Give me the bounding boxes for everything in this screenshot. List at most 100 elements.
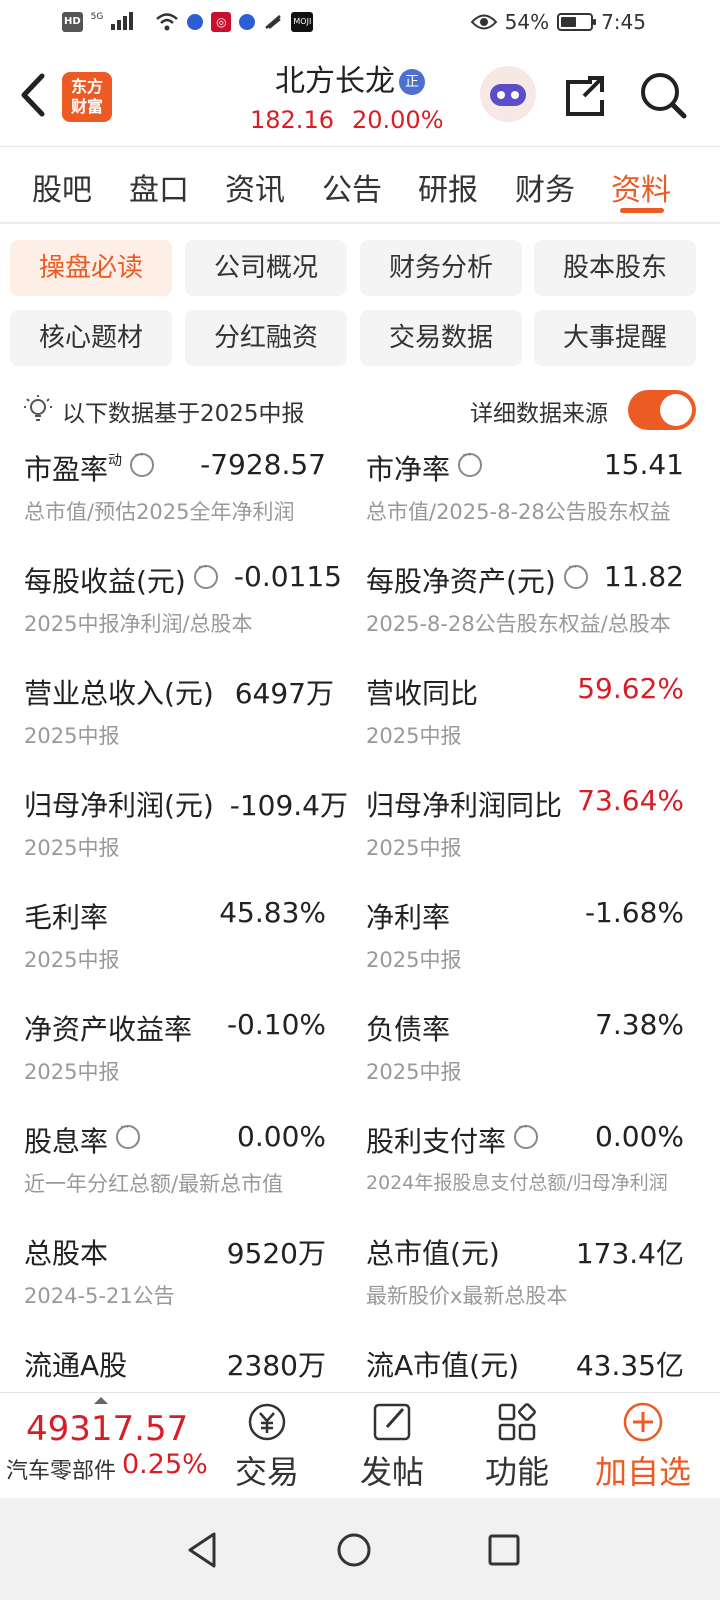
weather-app-icon: MOJI: [291, 12, 314, 32]
post-label: 发帖: [359, 1453, 424, 1491]
network-label: 5G: [90, 12, 104, 22]
logo-text-bottom: 财富: [70, 97, 103, 116]
metric-sub: 2025中报: [24, 836, 120, 860]
tab-finance[interactable]: 财务: [515, 165, 575, 209]
stock-change-pct: 20.00%: [351, 106, 444, 134]
metric-label: 净资产收益率: [24, 1013, 193, 1046]
metric-value: 73.64%: [577, 784, 684, 817]
hd-icon: HD: [62, 12, 83, 32]
metric-value: 6497万: [234, 677, 334, 710]
metric-value: -0.0115: [233, 560, 342, 593]
metric-revenue-yoy: 营收同比 59.62% 2025中报: [366, 672, 696, 772]
wifi-icon: [156, 13, 179, 31]
info-icon[interactable]: [116, 1120, 141, 1149]
metric-label: 总股本: [24, 1237, 109, 1270]
edit-icon: [373, 1403, 411, 1441]
info-icon[interactable]: [130, 448, 155, 477]
stock-quote: 182.16 20.00%: [250, 106, 470, 134]
metric-value: 43.35亿: [575, 1349, 684, 1382]
metric-payout-ratio: 股利支付率 0.00% 2024年报股息支付总额/归母净利润: [366, 1120, 696, 1220]
share-icon[interactable]: [562, 70, 610, 120]
metric-sub: 2025中报: [366, 724, 462, 748]
back-icon[interactable]: [14, 70, 54, 120]
metric-label: 市净率: [366, 448, 483, 488]
info-icon[interactable]: [193, 560, 218, 589]
subtab-core-themes[interactable]: 核心题材: [10, 310, 172, 366]
metric-pb: 市净率 15.41 总市值/2025-8-28公告股东权益: [366, 448, 696, 548]
grid-icon: [498, 1403, 536, 1441]
search-icon[interactable]: [638, 70, 688, 120]
app-logo[interactable]: 东方 财富: [62, 72, 112, 122]
metric-label-text: 股利支付率: [366, 1125, 507, 1158]
ai-assistant-avatar[interactable]: [480, 66, 536, 122]
metric-revenue: 营业总收入(元) 6497万 2025中报: [24, 672, 354, 772]
metric-bvps: 每股净资产(元) 11.82 2025-8-28公告股东权益/总股本: [366, 560, 696, 660]
nav-recents-icon[interactable]: [482, 1528, 526, 1572]
metric-label: 归母净利润(元): [24, 789, 214, 822]
clock: 7:45: [601, 10, 646, 34]
tab-pankou[interactable]: 盘口: [129, 165, 189, 209]
stock-price: 182.16: [250, 106, 334, 134]
tab-news[interactable]: 资讯: [225, 165, 285, 209]
metric-value: 45.83%: [219, 896, 326, 929]
status-bar: HD 5G ◎ MOJI 54% 7:45: [0, 0, 720, 48]
metric-net-margin: 净利率 -1.68% 2025中报: [366, 896, 696, 996]
metric-dividend-yield: 股息率 0.00% 近一年分红总额/最新总市值: [24, 1120, 354, 1220]
info-icon[interactable]: [458, 448, 483, 477]
metric-debt-ratio: 负债率 7.38% 2025中报: [366, 1008, 696, 1108]
subtab-financial-analysis[interactable]: 财务分析: [360, 240, 522, 296]
app-notification-icon: [187, 14, 204, 30]
metric-net-profit: 归母净利润(元) -109.4万 2025中报: [24, 784, 354, 884]
metric-pe: 市盈率动 -7928.57 总市值/预估2025全年净利润: [24, 448, 354, 548]
metric-float-cap: 流A市值(元) 43.35亿: [366, 1344, 696, 1388]
metric-label: 股息率: [24, 1120, 141, 1160]
metric-sub: 2025中报净利润/总股本: [24, 612, 253, 636]
metric-label: 每股收益(元): [24, 560, 218, 600]
data-basis-text: 以下数据基于2025中报: [62, 401, 305, 427]
metric-market-cap: 总市值(元) 173.4亿 最新股价x最新总股本: [366, 1232, 696, 1332]
subtab-trading-essentials[interactable]: 操盘必读: [10, 240, 172, 296]
metric-sub: 2024-5-21公告: [24, 1284, 175, 1308]
add-watchlist-button[interactable]: 加自选: [588, 1399, 698, 1495]
tab-guba[interactable]: 股吧: [32, 165, 92, 209]
robot-icon: [490, 84, 526, 106]
subtab-trading-data[interactable]: 交易数据: [360, 310, 522, 366]
tab-profile[interactable]: 资料: [611, 165, 671, 209]
metric-value: 173.4亿: [575, 1237, 684, 1270]
metric-sub: 2024年报股息支付总额/归母净利润: [366, 1172, 668, 1194]
info-icon[interactable]: [514, 1120, 539, 1149]
data-source-link[interactable]: 详细数据来源: [470, 394, 608, 428]
metric-value: 59.62%: [577, 672, 684, 705]
divider: [0, 222, 720, 224]
sector-name: 汽车零部件: [6, 1459, 117, 1484]
trade-button[interactable]: 交易: [212, 1399, 322, 1495]
subtab-shareholders[interactable]: 股本股东: [534, 240, 696, 296]
subtab-company-overview[interactable]: 公司概况: [185, 240, 347, 296]
metric-label: 市盈率动: [24, 448, 155, 488]
metric-label: 股利支付率: [366, 1120, 539, 1160]
data-source-toggle[interactable]: [628, 390, 696, 430]
data-source-row: 以下数据基于2025中报 详细数据来源: [24, 390, 696, 430]
metric-value: -7928.57: [200, 448, 326, 481]
battery-level: [561, 17, 577, 27]
add-watchlist-label: 加自选: [594, 1453, 691, 1491]
status-right: 54% 7:45: [470, 10, 646, 34]
zheng-badge: 正: [399, 69, 425, 95]
battery-icon: [557, 13, 597, 31]
metric-net-profit-yoy: 归母净利润同比 73.64% 2025中报: [366, 784, 696, 884]
nav-back-icon[interactable]: [182, 1528, 226, 1572]
metric-float-shares: 流通A股 2380万: [24, 1344, 354, 1388]
stock-name: 北方长龙: [275, 64, 395, 99]
tab-announcements[interactable]: 公告: [322, 165, 382, 209]
post-button[interactable]: 发帖: [337, 1399, 447, 1495]
metric-label-text: 市盈率: [24, 453, 109, 486]
subtab-dividends-financing[interactable]: 分红融资: [185, 310, 347, 366]
battery-percent: 54%: [504, 10, 550, 34]
info-icon[interactable]: [563, 560, 588, 589]
functions-button[interactable]: 功能: [462, 1399, 572, 1495]
nav-home-icon[interactable]: [332, 1528, 376, 1572]
tab-research[interactable]: 研报: [418, 165, 478, 209]
metric-total-shares: 总股本 9520万 2024-5-21公告: [24, 1232, 354, 1332]
metric-roe: 净资产收益率 -0.10% 2025中报: [24, 1008, 354, 1108]
subtab-events[interactable]: 大事提醒: [534, 310, 696, 366]
